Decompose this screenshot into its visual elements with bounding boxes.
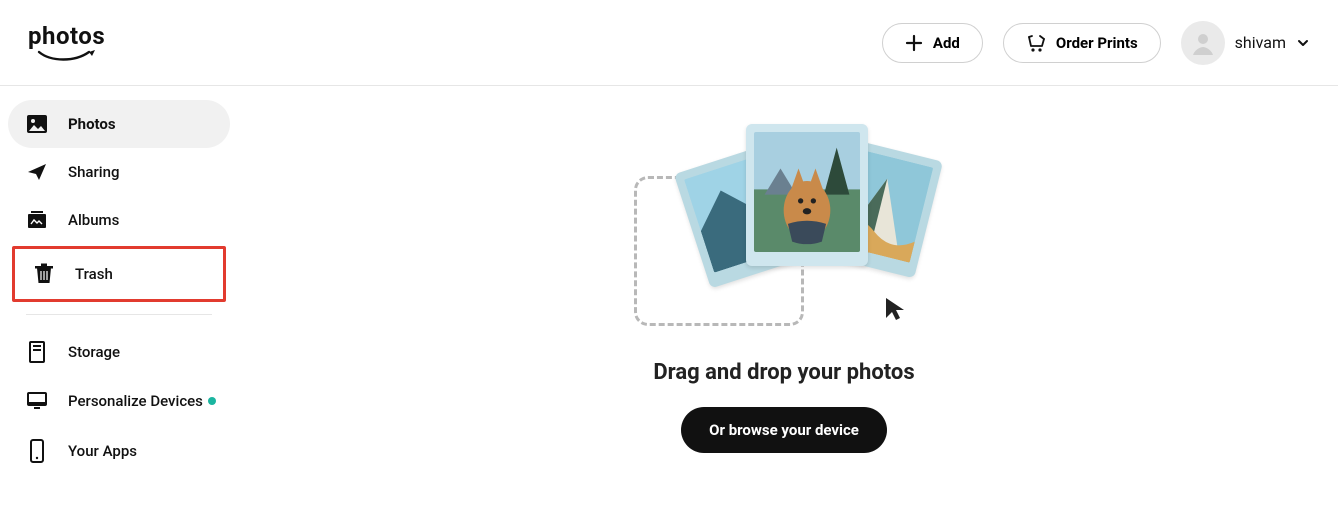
logo-swoosh-icon [35,48,99,64]
sidebar-item-label: Photos [68,115,116,133]
sidebar-item-albums[interactable]: Albums [8,196,230,244]
sidebar-item-sharing[interactable]: Sharing [8,148,230,196]
header: photos Add Order Prints shivam [0,0,1338,86]
user-name: shivam [1235,33,1286,52]
sidebar-item-label: Personalize Devices [68,392,203,410]
drop-heading: Drag and drop your photos [653,360,914,385]
sidebar-item-label: Your Apps [68,442,137,460]
monitor-icon [26,391,48,411]
browse-device-button[interactable]: Or browse your device [681,407,887,453]
header-actions: Add Order Prints shivam [882,21,1310,65]
avatar [1181,21,1225,65]
photo-icon [26,114,48,134]
person-icon [1189,29,1217,57]
user-menu-button[interactable]: shivam [1181,21,1310,65]
phone-icon [26,439,48,463]
sidebar-item-label: Sharing [68,163,119,181]
logo-text: photos [28,22,105,50]
main-content: Drag and drop your photos Or browse your… [230,86,1338,491]
logo[interactable]: photos [28,22,105,64]
sidebar-item-storage[interactable]: Storage [8,327,230,377]
trash-icon [33,263,55,285]
sidebar: Photos Sharing Albums Trash [0,86,230,491]
drop-illustration [634,126,934,336]
add-button-label: Add [933,34,960,52]
cursor-icon [884,296,908,322]
polaroid-center-icon [746,124,868,266]
layout: Photos Sharing Albums Trash [0,86,1338,491]
sidebar-item-your-apps[interactable]: Your Apps [8,425,230,477]
order-prints-label: Order Prints [1056,34,1138,52]
order-prints-button[interactable]: Order Prints [1003,23,1161,63]
sidebar-item-personalize[interactable]: Personalize Devices [8,377,230,425]
plus-icon [905,34,923,52]
chevron-down-icon [1296,36,1310,50]
sidebar-item-photos[interactable]: Photos [8,100,230,148]
sidebar-item-label: Albums [68,211,119,229]
cart-icon [1026,34,1046,52]
sidebar-item-trash[interactable]: Trash [15,249,223,299]
storage-icon [26,341,48,363]
sidebar-item-label: Trash [75,265,113,283]
notification-dot-icon [208,397,216,405]
add-button[interactable]: Add [882,23,983,63]
albums-icon [26,210,48,230]
trash-highlight-box: Trash [12,246,226,302]
sidebar-item-label: Storage [68,343,120,361]
send-icon [26,162,48,182]
sidebar-divider [26,314,212,315]
